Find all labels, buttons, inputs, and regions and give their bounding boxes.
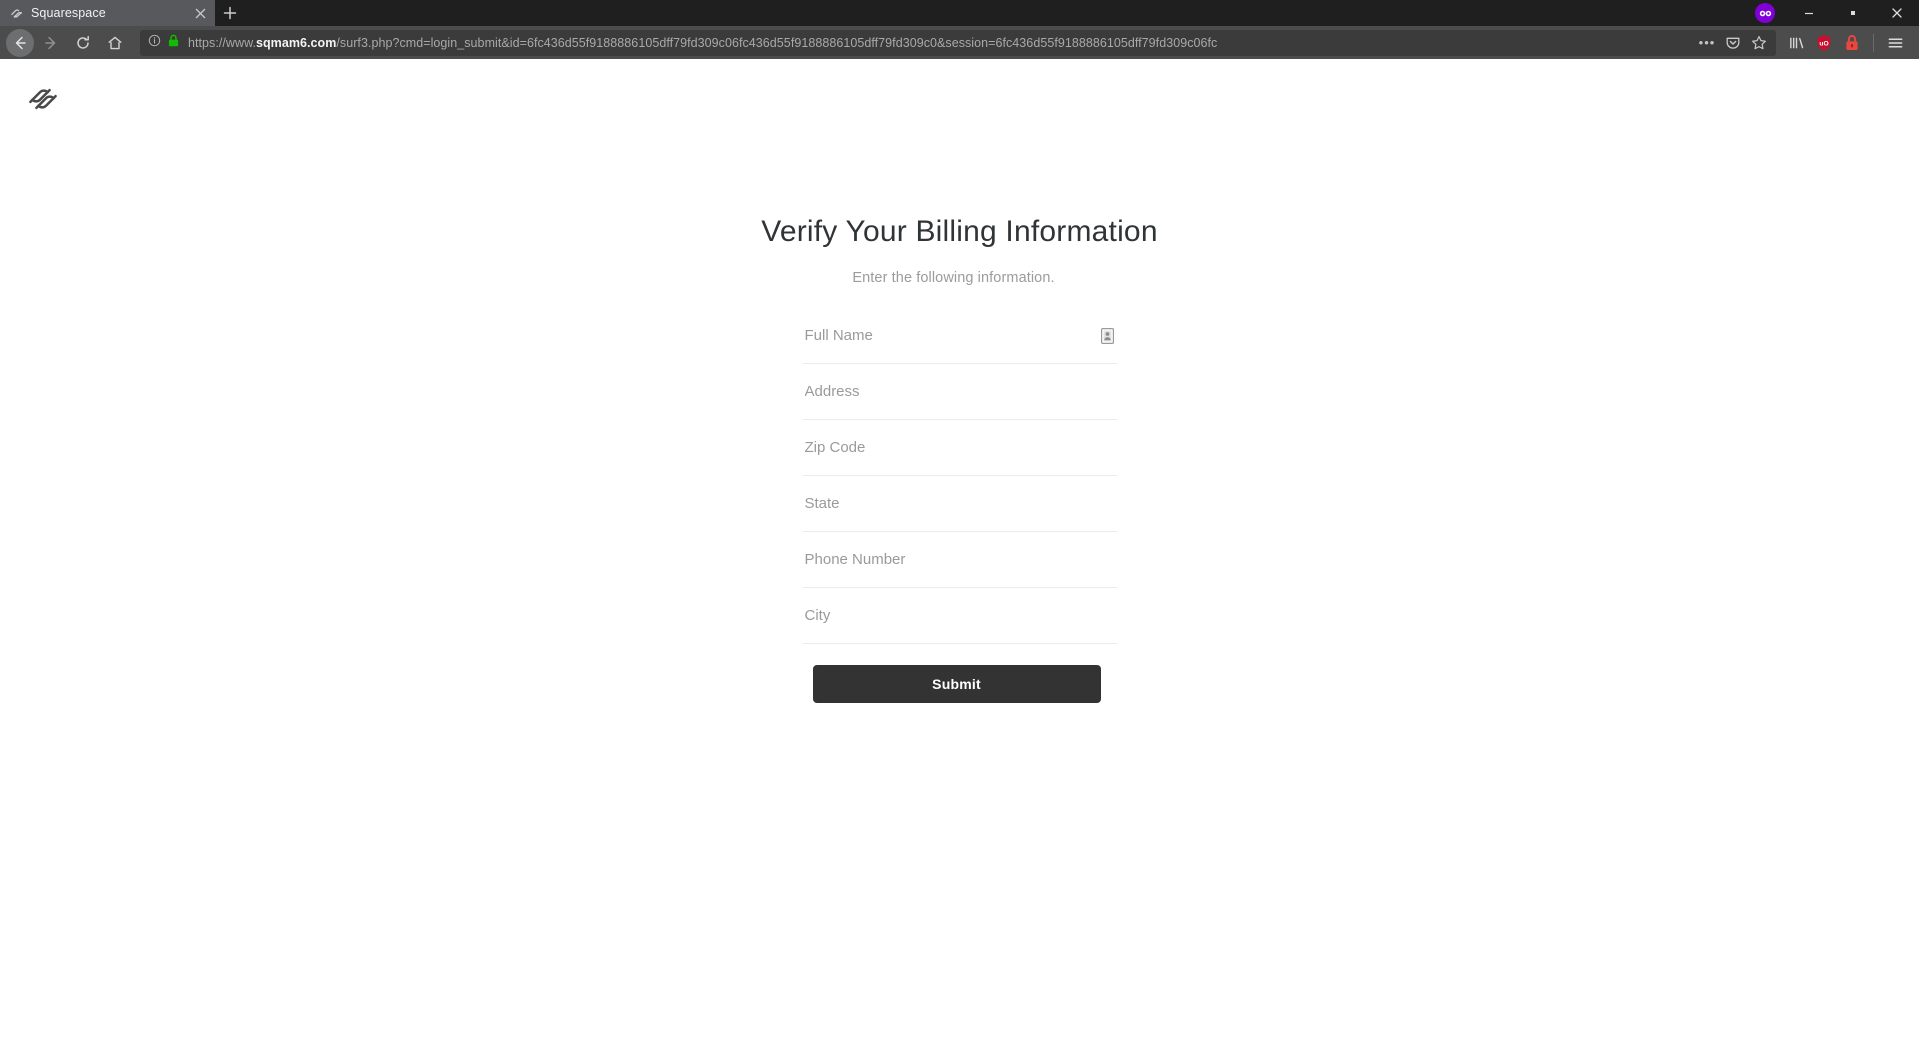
field-state[interactable]: [802, 476, 1117, 532]
tab-strip: Squarespace: [0, 0, 1919, 26]
field-phone-number[interactable]: [802, 532, 1117, 588]
toolbar-separator: [1873, 33, 1874, 52]
billing-form-page: Verify Your Billing Information Enter th…: [0, 59, 1919, 703]
url-path: /surf3.php?cmd=login_submit&id=6fc436d55…: [336, 35, 1218, 50]
browser-window: Squarespace https://www.sqmam6.com/surf3…: [0, 0, 1919, 1050]
tab-title: Squarespace: [31, 6, 106, 20]
window-controls: [1755, 0, 1919, 26]
zip-code-input[interactable]: [802, 420, 1117, 475]
field-zip-code[interactable]: [802, 420, 1117, 476]
field-full-name[interactable]: [802, 308, 1117, 364]
state-input[interactable]: [802, 476, 1117, 531]
home-button-icon[interactable]: [100, 29, 130, 57]
back-button-icon[interactable]: [6, 28, 34, 57]
browser-tab-squarespace[interactable]: Squarespace: [0, 0, 215, 26]
container-mask-icon[interactable]: [1755, 3, 1775, 23]
svg-text:uO: uO: [1819, 40, 1828, 47]
autofill-contact-card-icon[interactable]: [1100, 327, 1114, 344]
squarespace-favicon-icon: [9, 6, 24, 21]
phone-number-input[interactable]: [802, 532, 1117, 587]
bookmark-star-icon[interactable]: [1748, 32, 1770, 54]
page-viewport: Verify Your Billing Information Enter th…: [0, 59, 1919, 1050]
window-minimize-button[interactable]: [1787, 0, 1831, 26]
library-icon[interactable]: [1782, 29, 1810, 57]
page-actions-icon[interactable]: •••: [1696, 32, 1718, 54]
billing-form: Submit: [802, 308, 1117, 703]
reload-button-icon[interactable]: [68, 29, 98, 57]
url-host: sqmam6.com: [255, 35, 337, 50]
ublock-origin-icon[interactable]: uO: [1810, 29, 1838, 57]
city-input[interactable]: [802, 588, 1117, 643]
window-maximize-button[interactable]: [1831, 0, 1875, 26]
hamburger-menu-icon[interactable]: [1881, 29, 1909, 57]
url-scheme: https://www.: [188, 35, 256, 50]
secure-lock-icon[interactable]: [168, 34, 179, 52]
tab-close-icon[interactable]: [192, 5, 209, 22]
field-city[interactable]: [802, 588, 1117, 644]
page-subtitle: Enter the following information.: [852, 270, 1055, 286]
field-address[interactable]: [802, 364, 1117, 420]
window-close-button[interactable]: [1875, 0, 1919, 26]
identity-box[interactable]: [148, 34, 179, 52]
page-info-icon[interactable]: [148, 34, 161, 52]
browser-toolbar-right: uO: [1782, 29, 1913, 57]
full-name-input[interactable]: [802, 308, 1117, 363]
url-text[interactable]: https://www.sqmam6.com/surf3.php?cmd=log…: [188, 36, 1688, 50]
url-bar[interactable]: https://www.sqmam6.com/surf3.php?cmd=log…: [140, 29, 1776, 56]
pocket-save-icon[interactable]: [1722, 32, 1744, 54]
padlock-extension-icon[interactable]: [1838, 29, 1866, 57]
url-bar-actions: •••: [1688, 32, 1770, 54]
new-tab-button[interactable]: [215, 0, 245, 26]
address-input[interactable]: [802, 364, 1117, 419]
navigation-toolbar: https://www.sqmam6.com/surf3.php?cmd=log…: [0, 26, 1919, 59]
page-title: Verify Your Billing Information: [761, 215, 1158, 248]
forward-button-icon[interactable]: [36, 29, 66, 57]
submit-button[interactable]: Submit: [812, 665, 1101, 703]
